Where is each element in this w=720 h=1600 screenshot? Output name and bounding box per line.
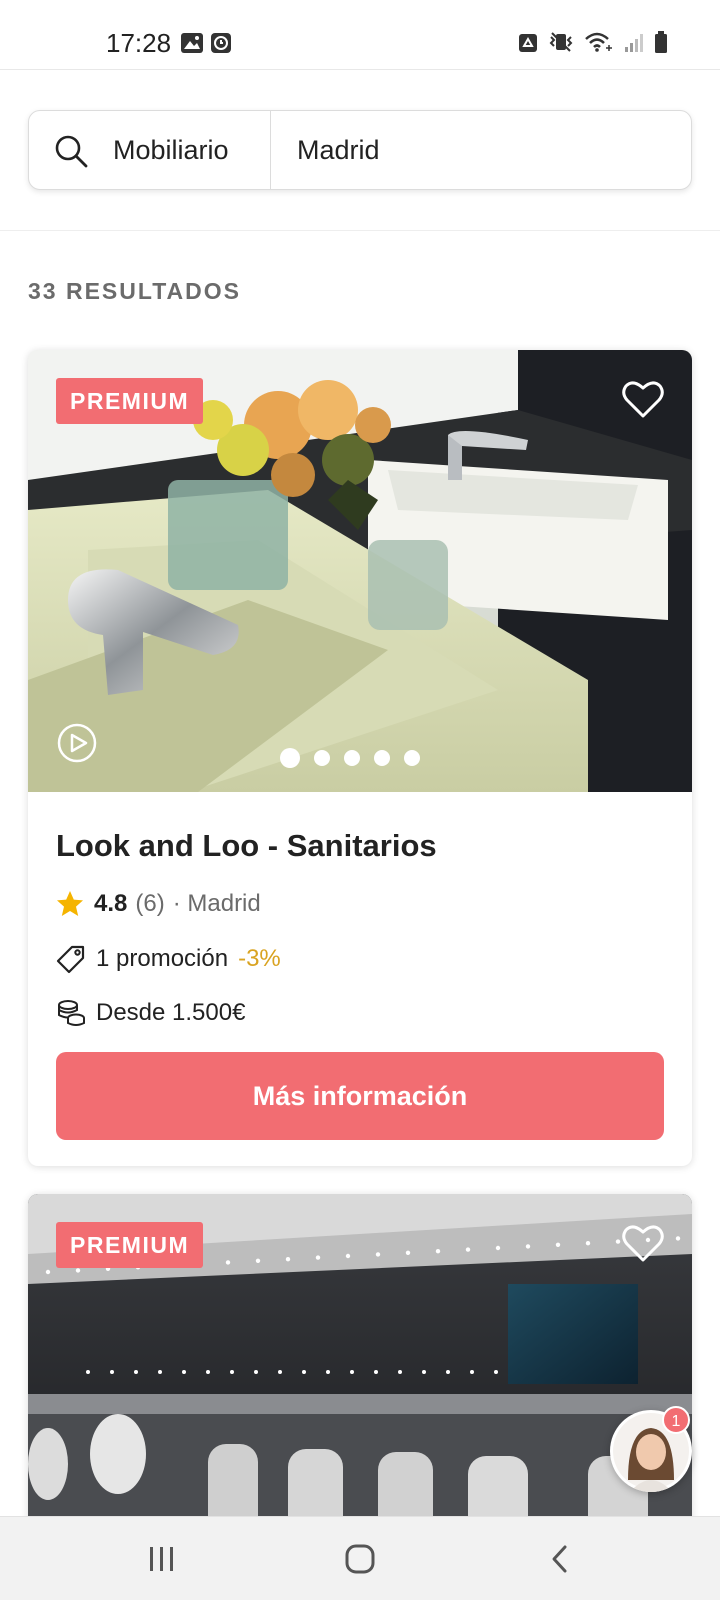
search-bar[interactable]: Mobiliario Madrid xyxy=(28,110,692,190)
tag-icon xyxy=(56,945,85,974)
recycle-icon xyxy=(519,34,537,52)
signal-icon xyxy=(625,34,643,52)
vibrate-icon xyxy=(549,32,573,52)
listing-location: · Madrid xyxy=(172,890,261,917)
ceiling-light xyxy=(285,1257,291,1262)
search-term-field[interactable]: Mobiliario xyxy=(113,135,229,166)
listing-photo[interactable]: PREMIUM xyxy=(28,1194,692,1534)
search-icon[interactable] xyxy=(53,133,89,169)
home-icon[interactable] xyxy=(340,1539,380,1579)
premium-badge: PREMIUM xyxy=(56,378,204,424)
price-text: Desde 1.500€ xyxy=(96,999,246,1026)
heart-icon[interactable] xyxy=(620,1220,666,1266)
mirror-light xyxy=(446,1370,450,1374)
mirror-light xyxy=(374,1370,378,1374)
coins-icon xyxy=(58,1000,85,1026)
mirror-light xyxy=(302,1370,306,1374)
search-divider xyxy=(270,111,271,189)
ceiling-light xyxy=(45,1269,51,1275)
ceiling-light xyxy=(585,1241,591,1246)
battery-icon xyxy=(655,31,667,53)
mirror-light xyxy=(182,1370,186,1374)
listing-title[interactable]: Look and Loo - Sanitarios xyxy=(56,828,437,864)
premium-badge: PREMIUM xyxy=(56,1222,204,1268)
price-row: Desde 1.500€ xyxy=(56,998,245,1028)
heart-icon[interactable] xyxy=(620,376,666,422)
recent-apps-icon[interactable] xyxy=(142,1539,182,1579)
star-icon xyxy=(57,891,83,916)
mirror-light xyxy=(158,1370,162,1374)
image-carousel-dots[interactable] xyxy=(280,748,420,768)
back-icon[interactable] xyxy=(540,1539,580,1579)
listing-card[interactable]: PREMIUM xyxy=(28,1194,692,1534)
results-count: 33 RESULTADOS xyxy=(28,278,242,304)
promo-text: 1 promoción xyxy=(96,945,229,972)
ceiling-light xyxy=(405,1250,411,1255)
rating-value: 4.8 xyxy=(94,890,128,917)
mirror-light xyxy=(254,1370,258,1374)
ceiling-light xyxy=(75,1268,81,1273)
mirror-light xyxy=(398,1370,402,1374)
carousel-dot[interactable] xyxy=(404,750,420,766)
mirror-light xyxy=(494,1370,498,1374)
chat-notification-badge: 1 xyxy=(662,1406,690,1434)
section-divider xyxy=(0,230,720,231)
mirror-light xyxy=(422,1370,426,1374)
screen: 17:28 Mobiliario Madrid 33 RESULTADOS PR… xyxy=(0,0,720,1600)
ceiling-light xyxy=(435,1249,441,1254)
mirror-light xyxy=(278,1370,282,1374)
listing-card[interactable]: PREMIUM Look and Loo - Sanitarios 4.8 (6… xyxy=(28,350,692,1166)
play-video-icon[interactable] xyxy=(56,722,98,764)
promo-row: 1 promoción -3% xyxy=(56,944,281,974)
wifi-icon xyxy=(585,32,612,52)
status-time: 17:28 xyxy=(106,28,172,58)
ceiling-light xyxy=(345,1253,351,1259)
system-nav-bar xyxy=(0,1516,720,1600)
mirror-light xyxy=(134,1370,138,1374)
mirror-light xyxy=(470,1370,474,1374)
listing-photo[interactable]: PREMIUM xyxy=(28,350,692,792)
search-location-field[interactable]: Madrid xyxy=(297,135,380,166)
ceiling-light xyxy=(315,1255,321,1260)
ceiling-light xyxy=(465,1247,471,1252)
mirror-light xyxy=(206,1370,210,1374)
mirror-light xyxy=(86,1370,90,1374)
status-right-icons xyxy=(518,30,668,54)
promo-discount: -3% xyxy=(238,945,281,972)
ceiling-light xyxy=(525,1244,531,1249)
clock-notification-icon xyxy=(211,33,231,53)
ceiling-light xyxy=(375,1252,381,1257)
more-info-button[interactable]: Más información xyxy=(56,1052,664,1140)
mirror-light xyxy=(350,1370,354,1374)
ceiling-light xyxy=(675,1236,681,1241)
review-count: (6) xyxy=(135,890,165,917)
mirror-light xyxy=(230,1370,234,1374)
mirror-light xyxy=(110,1370,114,1374)
carousel-dot-active[interactable] xyxy=(280,748,300,768)
carousel-dot[interactable] xyxy=(374,750,390,766)
mirror-light xyxy=(326,1370,330,1374)
image-notification-icon xyxy=(181,33,203,53)
status-bar: 17:28 xyxy=(0,0,720,70)
ceiling-light xyxy=(555,1242,561,1247)
ceiling-light xyxy=(225,1260,231,1265)
carousel-dot[interactable] xyxy=(344,750,360,766)
ceiling-light xyxy=(495,1245,501,1251)
carousel-dot[interactable] xyxy=(314,750,330,766)
rating-row: 4.8 (6) · Madrid xyxy=(56,890,261,918)
ceiling-light xyxy=(255,1258,261,1263)
